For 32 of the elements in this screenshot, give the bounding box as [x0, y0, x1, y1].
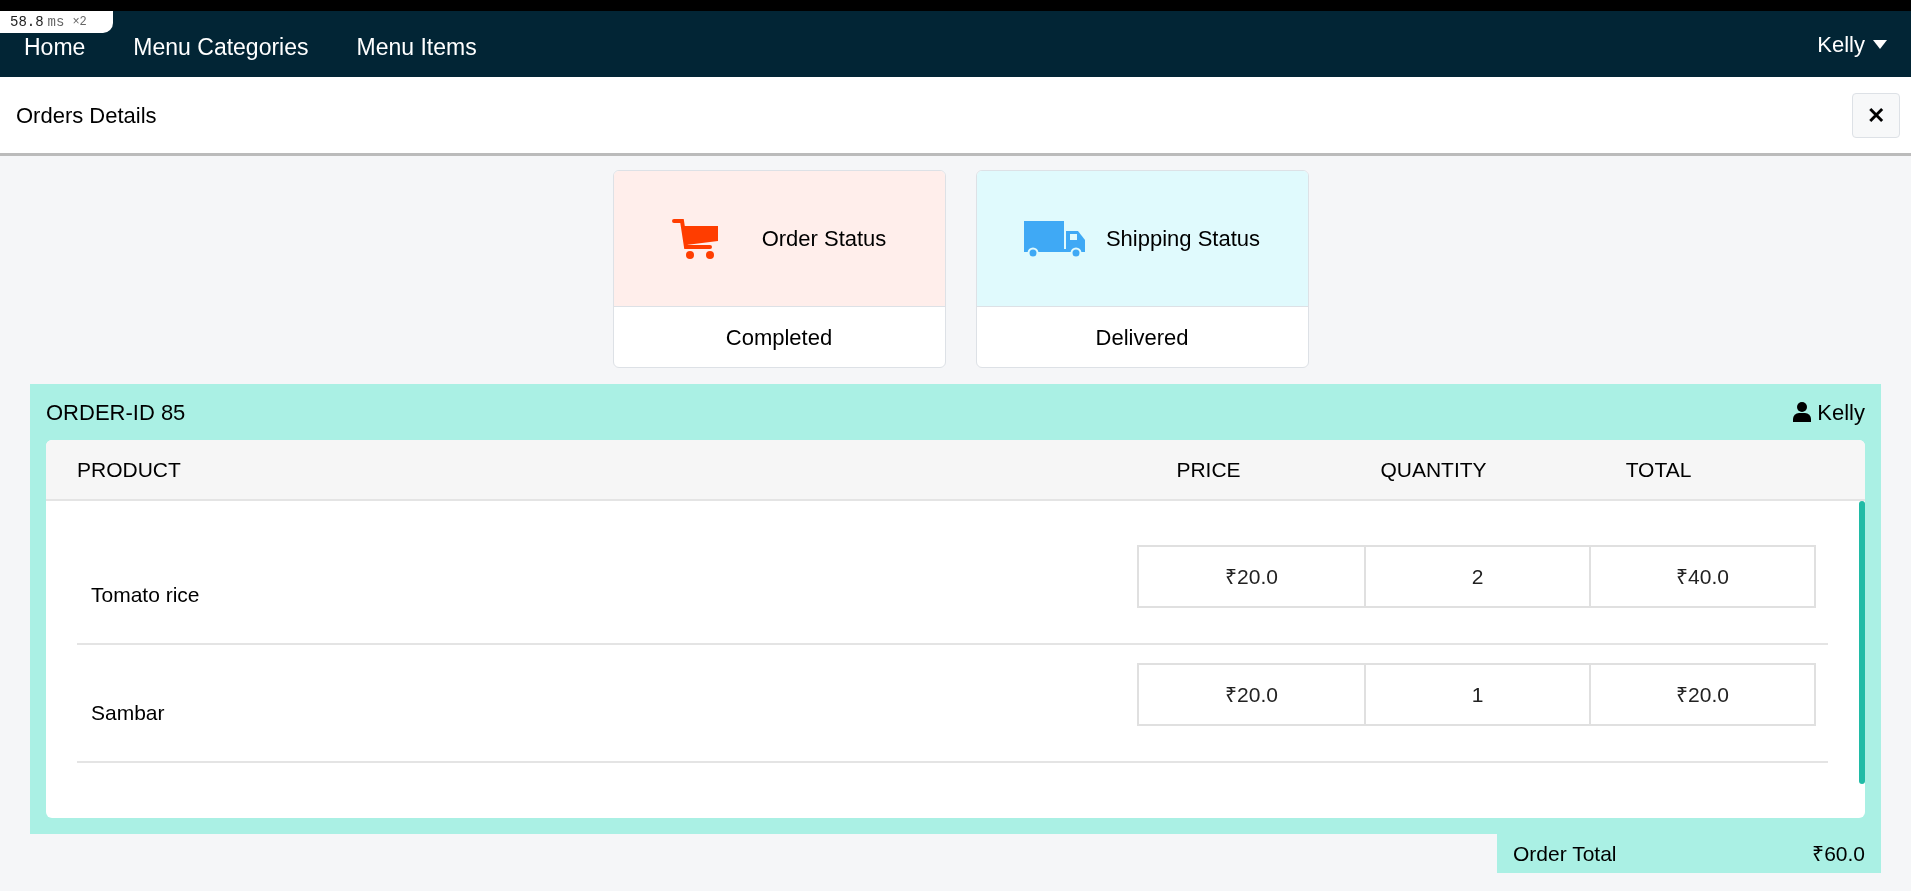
column-header: TOTAL	[1624, 456, 1693, 483]
customer-name: Kelly	[1817, 398, 1865, 427]
column-header: QUANTITY	[1379, 456, 1488, 483]
value-cell: ₹40.0	[1589, 547, 1814, 606]
column-header: PRICE	[1175, 456, 1242, 483]
status-value: Completed	[725, 323, 833, 352]
order-id: ORDER-ID 85	[46, 398, 186, 427]
nav-link[interactable]: Menu Items	[356, 23, 477, 65]
status-title: Order Status	[761, 225, 887, 253]
value-cell: 2	[1364, 547, 1589, 606]
page-title: Orders Details	[16, 101, 157, 130]
cart-icon	[671, 217, 720, 260]
perf-value: 58.8	[10, 12, 44, 32]
user-icon	[1793, 402, 1812, 422]
value-cell: ₹20.0	[1589, 665, 1814, 724]
nav-link[interactable]: Menu Categories	[133, 23, 309, 65]
product-name: Sambar	[90, 700, 166, 727]
status-title: Shipping Status	[1105, 225, 1261, 253]
value-cell-text: ₹20.0	[1224, 563, 1279, 590]
value-cell-text: ₹20.0	[1224, 681, 1279, 708]
close-button[interactable]: ✕	[1852, 92, 1900, 138]
caret-icon	[1873, 39, 1887, 49]
order-total-value: ₹60.0	[1812, 840, 1865, 867]
order-total-label: Order Total	[1513, 840, 1617, 867]
column-header: PRODUCT	[77, 456, 182, 483]
status-value: Delivered	[1095, 323, 1189, 352]
truck-icon	[1023, 218, 1086, 259]
product-name: Tomato rice	[90, 582, 201, 609]
perf-unit: ms	[47, 12, 65, 32]
perf-multiplier: ×2	[72, 14, 87, 31]
value-cell: 1	[1364, 665, 1589, 724]
user-menu[interactable]: Kelly	[1817, 27, 1887, 61]
